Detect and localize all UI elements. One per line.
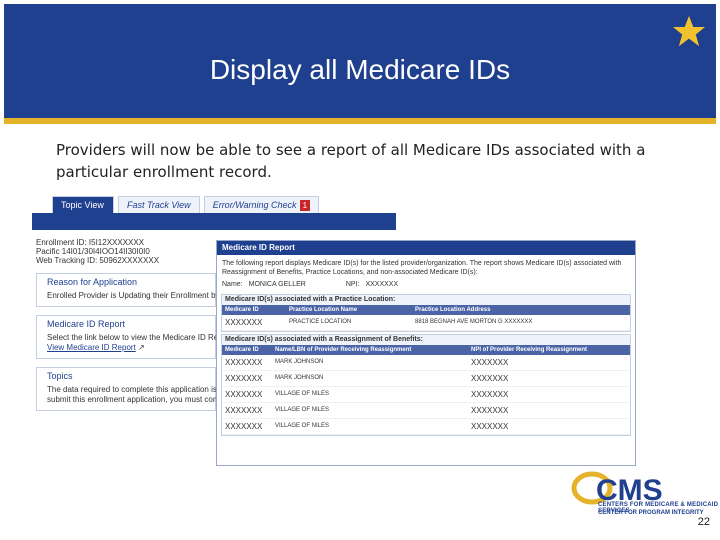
- topics-line-1: The data required to complete this appli…: [47, 385, 216, 394]
- cell-medicare-id: XXXXXXX: [222, 418, 272, 435]
- title-bar: Display all Medicare IDs: [4, 4, 716, 124]
- cell-provider-name: MARK JOHNSON: [272, 370, 468, 387]
- body-line-1: Providers will now be able to see a repo…: [56, 141, 646, 159]
- cell-medicare-id: XXXXXXX: [222, 355, 272, 371]
- topics-line-2: submit this enrollment application, you …: [47, 395, 216, 404]
- enrollment-id: Enrollment ID: I5I12XXXXXXX: [36, 238, 145, 247]
- slide-body-text: Providers will now be able to see a repo…: [56, 139, 676, 183]
- report-header: Medicare ID Report: [217, 241, 635, 255]
- npi-value: XXXXXXX: [365, 281, 399, 288]
- tab-topic-view[interactable]: Topic View: [52, 196, 114, 213]
- star-icon: [670, 12, 708, 50]
- col-provider-npi: NPI of Provider Receiving Reassignment: [468, 345, 630, 355]
- reassignment-title: Medicare ID(s) associated with a Reassig…: [222, 335, 630, 345]
- name-label: Name:: [222, 281, 243, 288]
- medicare-id-heading: Medicare ID Report: [47, 319, 126, 329]
- cell-medicare-id: XXXXXXX: [222, 402, 272, 419]
- view-medicare-id-report-link[interactable]: View Medicare ID Report: [47, 343, 136, 352]
- cell-provider-name: VILLAGE OF NILES: [272, 418, 468, 435]
- cell-provider-name: VILLAGE OF NILES: [272, 402, 468, 419]
- left-panel: Enrollment ID: I5I12XXXXXXX Pacific 14I0…: [36, 238, 216, 520]
- reason-heading: Reason for Application: [47, 277, 138, 287]
- cell-provider-npi: XXXXXXX: [468, 355, 630, 371]
- cell-provider-name: MARK JOHNSON: [272, 355, 468, 371]
- cell-provider-name: VILLAGE OF NILES: [272, 386, 468, 403]
- provider-info: Name: MONICA GELLER NPI: XXXXXXX: [217, 277, 635, 292]
- col-practice-location-address: Practice Location Address: [412, 305, 630, 315]
- topics-heading: Topics: [47, 371, 73, 381]
- title-accent-stripe: [4, 118, 716, 124]
- report-desc-line-2: Reassignment of Benefits, Practice Locat…: [222, 269, 478, 276]
- tab-error-warning-check[interactable]: Error/Warning Check 1: [203, 196, 320, 213]
- npi-label: NPI:: [345, 281, 360, 288]
- table-row: XXXXXXX VILLAGE OF NILES XXXXXXX: [222, 402, 630, 419]
- cell-location-address: 8818 BEGNAH AVE MORTON G XXXXXXX: [412, 315, 630, 331]
- reason-text: Enrolled Provider is Updating their Enro…: [47, 291, 216, 300]
- cell-provider-npi: XXXXXXX: [468, 402, 630, 419]
- external-link-icon: ↗: [138, 343, 145, 352]
- table-row: XXXXXXX MARK JOHNSON XXXXXXX: [222, 370, 630, 387]
- topics-box: Topics The data required to complete thi…: [36, 367, 216, 411]
- col-practice-location-name: Practice Location Name: [286, 305, 412, 315]
- reassignment-table: Medicare ID Name/LBN of Provider Receivi…: [222, 345, 630, 435]
- embedded-screenshot: Topic View Fast Track View Error/Warning…: [32, 196, 638, 520]
- col-medicare-id: Medicare ID: [222, 305, 286, 315]
- error-count-badge: 1: [299, 200, 311, 211]
- table-row: XXXXXXX VILLAGE OF NILES XXXXXXX: [222, 386, 630, 403]
- reason-box: Reason for Application Enrolled Provider…: [36, 273, 216, 307]
- table-row: XXXXXXX MARK JOHNSON XXXXXXX: [222, 355, 630, 371]
- medicare-id-box: Medicare ID Report Select the link below…: [36, 315, 216, 359]
- tab-strip: [32, 213, 396, 230]
- cell-provider-npi: XXXXXXX: [468, 386, 630, 403]
- medicare-id-report-dialog: Medicare ID Report The following report …: [216, 240, 636, 466]
- cell-provider-npi: XXXXXXX: [468, 418, 630, 435]
- cell-medicare-id: XXXXXXX: [222, 315, 286, 331]
- pacific-id: Pacific 14I01/30I4IOO14II30I0I0: [36, 247, 150, 256]
- cell-location-name: PRACTICE LOCATION: [286, 315, 412, 331]
- table-row: XXXXXXX VILLAGE OF NILES XXXXXXX: [222, 418, 630, 435]
- table-row: XXXXXXX PRACTICE LOCATION 8818 BEGNAH AV…: [222, 315, 630, 331]
- medicare-id-text: Select the link below to view the Medica…: [47, 333, 216, 342]
- col-provider-name: Name/LBN of Provider Receiving Reassignm…: [272, 345, 468, 355]
- practice-location-table: Medicare ID Practice Location Name Pract…: [222, 305, 630, 331]
- reassignment-section: Medicare ID(s) associated with a Reassig…: [221, 334, 631, 436]
- col-medicare-id: Medicare ID: [222, 345, 272, 355]
- report-desc-line-1: The following report displays Medicare I…: [222, 260, 622, 267]
- slide-title: Display all Medicare IDs: [209, 54, 511, 85]
- cell-medicare-id: XXXXXXX: [222, 386, 272, 403]
- web-tracking-id: Web Tracking ID: 50962XXXXXXX: [36, 256, 160, 265]
- cell-medicare-id: XXXXXXX: [222, 370, 272, 387]
- name-value: MONICA GELLER: [248, 281, 306, 288]
- view-tabs: Topic View Fast Track View Error/Warning…: [52, 196, 323, 213]
- tab-error-warning-label: Error/Warning Check: [212, 200, 297, 210]
- practice-location-section: Medicare ID(s) associated with a Practic…: [221, 294, 631, 332]
- practice-location-title: Medicare ID(s) associated with a Practic…: [222, 295, 630, 305]
- cell-provider-npi: XXXXXXX: [468, 370, 630, 387]
- report-description: The following report displays Medicare I…: [217, 255, 635, 277]
- tab-fast-track-view[interactable]: Fast Track View: [118, 196, 200, 213]
- page-number: 22: [697, 516, 710, 528]
- body-line-2: particular enrollment record.: [56, 163, 272, 181]
